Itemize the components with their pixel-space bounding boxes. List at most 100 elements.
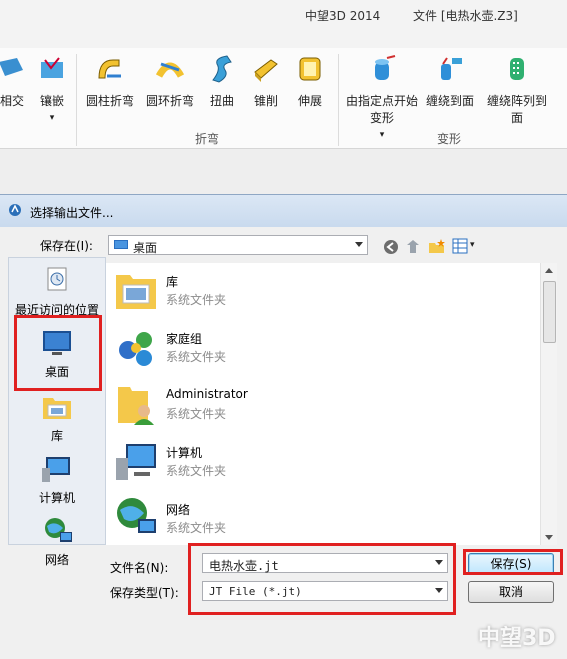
network-icon <box>117 498 156 533</box>
save-button[interactable]: 保存(S) <box>468 553 554 575</box>
ribbon-separator <box>76 54 77 146</box>
file-item-library[interactable]: 库 系统文件夹 <box>106 263 540 319</box>
filetype-dropdown[interactable]: JT File (*.jt) <box>202 581 448 601</box>
ribbon-deform-from-point-label: 由指定点开始变形 <box>346 94 419 125</box>
ribbon-group-deform: 变形 <box>436 132 461 146</box>
recent-places-icon <box>47 267 67 291</box>
new-folder-icon[interactable] <box>428 238 446 256</box>
file-type: 系统文件夹 <box>166 407 227 421</box>
chevron-down-icon <box>435 588 443 593</box>
library-folder-icon <box>116 275 156 309</box>
place-recent[interactable]: 最近访问的位置 <box>9 266 105 318</box>
place-network[interactable]: 网络 <box>9 516 105 568</box>
ribbon-torus-bend-button[interactable]: 圆环折弯 <box>144 54 196 110</box>
app-product-name: 中望3D 2014 <box>305 9 381 23</box>
ribbon-intersect-button[interactable]: 相交 <box>0 54 32 110</box>
places-bar: 最近访问的位置 桌面 库 计算机 网络 <box>8 257 106 567</box>
wrap-to-face-icon <box>441 57 462 80</box>
place-recent-label: 最近访问的位置 <box>14 303 99 317</box>
twist-icon <box>212 55 232 83</box>
dialog-titlebar: 选择输出文件... <box>0 195 567 227</box>
app-title-bar: 中望3D 2014 文件 [电热水壶.Z3] <box>0 0 567 48</box>
network-icon <box>45 518 72 542</box>
app-workspace <box>0 149 567 195</box>
file-type: 系统文件夹 <box>166 293 227 307</box>
scroll-up-icon[interactable] <box>545 268 553 273</box>
computer-icon <box>116 444 156 480</box>
scroll-thumb[interactable] <box>543 281 556 343</box>
desktop-icon <box>43 331 71 355</box>
file-name: 家庭组 <box>166 332 203 346</box>
file-list-scrollbar[interactable] <box>540 263 557 545</box>
file-item-administrator[interactable]: Administrator 系统文件夹 <box>106 377 540 433</box>
ribbon-stretch-label: 伸展 <box>297 94 322 108</box>
place-library[interactable]: 库 <box>9 392 105 444</box>
ribbon-wrap-to-face-button[interactable]: 缠绕到面 <box>424 54 476 110</box>
file-item-network[interactable]: 网络 系统文件夹 <box>106 491 540 547</box>
watermark-logo: 中望3D <box>478 626 556 651</box>
filename-input[interactable]: 电热水壶.jt <box>202 553 448 573</box>
ribbon-separator <box>338 54 339 146</box>
ribbon-inlay-label: 镶嵌 <box>39 94 64 108</box>
ribbon-intersect-label: 相交 <box>0 94 24 108</box>
ribbon-inlay-button[interactable]: 镶嵌 ▾ <box>32 54 72 127</box>
dialog-title: 选择输出文件... <box>30 206 114 220</box>
save-file-dialog: 选择输出文件... 保存在(I): 桌面 ▾ 最近访问的位置 桌面 库 计算机 <box>0 194 567 659</box>
place-library-label: 库 <box>50 429 63 443</box>
chevron-down-icon <box>435 560 443 565</box>
ribbon-torus-bend-label: 圆环折弯 <box>145 94 194 108</box>
wrap-array-icon <box>510 58 524 80</box>
file-type: 系统文件夹 <box>166 521 227 535</box>
ribbon-wrap-array-to-face-button[interactable]: 缠绕阵列到面 <box>482 54 552 127</box>
inlay-icon <box>41 57 63 78</box>
file-name: 计算机 <box>166 446 203 460</box>
file-item-homegroup[interactable]: 家庭组 系统文件夹 <box>106 320 540 376</box>
file-item-computer[interactable]: 计算机 系统文件夹 <box>106 434 540 490</box>
filename-label: 文件名(N): <box>110 561 169 575</box>
save-in-value: 桌面 <box>133 241 158 255</box>
back-icon[interactable] <box>382 238 400 256</box>
cancel-button[interactable]: 取消 <box>468 581 554 603</box>
ribbon-wrap-array-label: 缠绕阵列到面 <box>486 94 547 125</box>
scroll-down-icon[interactable] <box>545 535 553 540</box>
ribbon: 相交 镶嵌 ▾ 圆柱折弯 圆环折弯 扭曲 锥削 伸展 由指定点开始变形 ▾ 缠绕… <box>0 48 567 149</box>
app-file-name: 文件 [电热水壶.Z3] <box>413 9 518 23</box>
ribbon-group-bend: 折弯 <box>194 132 219 146</box>
file-type: 系统文件夹 <box>166 464 227 478</box>
place-computer-label: 计算机 <box>38 491 75 505</box>
place-network-label: 网络 <box>44 553 69 567</box>
up-folder-icon[interactable] <box>404 238 422 256</box>
filetype-label: 保存类型(T): <box>110 586 179 600</box>
cylinder-bend-icon <box>98 59 121 79</box>
file-type: 系统文件夹 <box>166 350 227 364</box>
chevron-down-icon <box>355 242 363 247</box>
save-in-label: 保存在(I): <box>40 239 93 253</box>
homegroup-icon <box>119 332 152 366</box>
ribbon-twist-label: 扭曲 <box>209 94 234 108</box>
taper-icon <box>254 59 278 82</box>
ribbon-wrap-to-face-label: 缠绕到面 <box>425 94 474 108</box>
dropdown-arrow-icon: ▾ <box>49 113 55 123</box>
deform-point-icon <box>375 55 396 80</box>
library-icon <box>43 398 71 419</box>
filetype-value: JT File (*.jt) <box>209 585 302 598</box>
ribbon-taper-button[interactable]: 锥削 <box>248 54 284 110</box>
place-computer[interactable]: 计算机 <box>9 454 105 506</box>
save-in-dropdown[interactable]: 桌面 <box>108 235 368 255</box>
ribbon-taper-label: 锥削 <box>253 94 278 108</box>
app-logo-icon <box>9 204 21 216</box>
user-folder-icon <box>118 387 154 425</box>
view-grid-icon <box>452 238 468 254</box>
desktop-icon <box>114 240 128 249</box>
file-list: 库 系统文件夹 家庭组 系统文件夹 Administrator 系统文件夹 计算… <box>106 263 540 545</box>
file-name: 网络 <box>166 503 191 517</box>
ribbon-stretch-button[interactable]: 伸展 <box>292 54 328 110</box>
ribbon-cylinder-bend-button[interactable]: 圆柱折弯 <box>84 54 136 110</box>
place-desktop-label: 桌面 <box>44 365 69 379</box>
computer-icon <box>42 457 70 482</box>
ribbon-cylinder-bend-label: 圆柱折弯 <box>85 94 134 108</box>
ribbon-twist-button[interactable]: 扭曲 <box>204 54 240 110</box>
view-menu-button[interactable]: ▾ <box>452 238 478 256</box>
chevron-down-icon: ▾ <box>470 240 475 250</box>
place-desktop[interactable]: 桌面 <box>9 328 105 380</box>
